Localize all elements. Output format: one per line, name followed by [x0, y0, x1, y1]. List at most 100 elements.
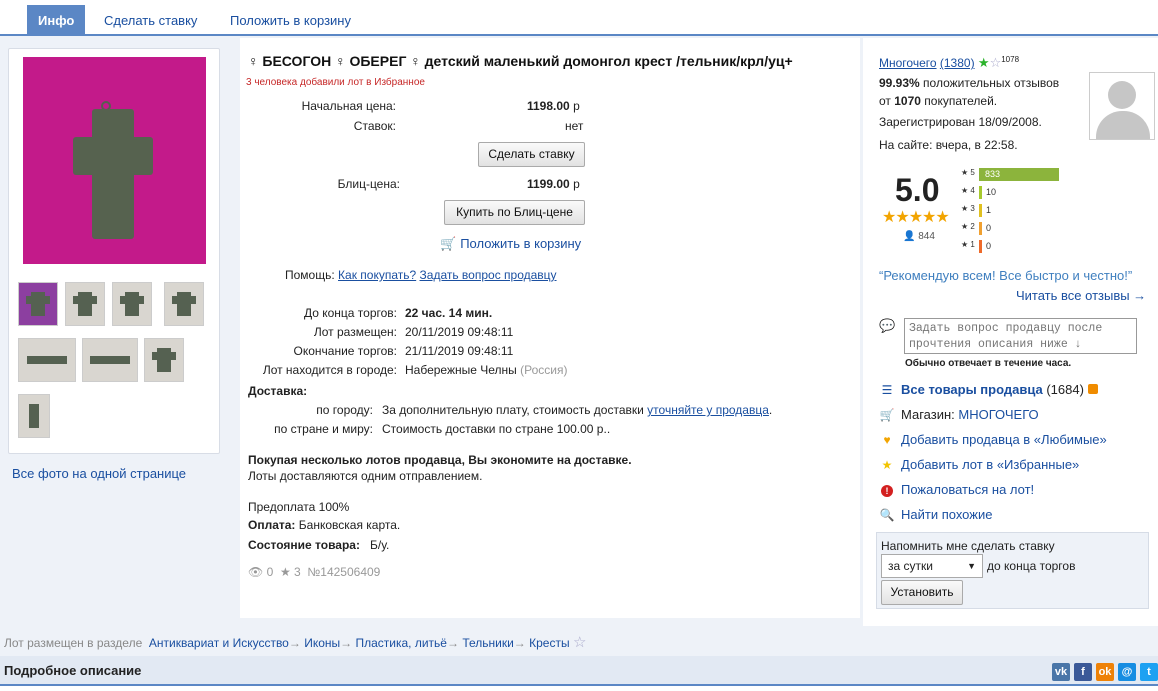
- all-goods-row[interactable]: ☰ Все товары продавца (1684): [879, 382, 1098, 397]
- ask-seller-link[interactable]: Задать вопрос продавцу: [420, 268, 557, 282]
- favorites-note: 3 человека добавили лот в Избранное: [246, 77, 425, 88]
- positive-row: 99.93% положительных отзывов: [879, 76, 1060, 90]
- city-label: Лот находится в городе:: [262, 363, 397, 377]
- rating-bar-count-3: 1: [986, 205, 992, 215]
- description-bar: Подробное описание: [0, 656, 1158, 686]
- thumbnail-7[interactable]: [144, 338, 184, 382]
- thumbnail-5[interactable]: [18, 338, 76, 382]
- search-icon: 🔍: [879, 508, 895, 522]
- help-row: Помощь: Как покупать? Задать вопрос прод…: [285, 268, 557, 282]
- rating-bar-count-5: 833: [985, 169, 1001, 179]
- shop-row[interactable]: 🛒 Магазин: МНОГОЧЕГО: [879, 407, 1039, 422]
- rating-bar-4: [979, 186, 982, 199]
- remind-box: Напомнить мне сделать ставку за сутки ▼ д…: [876, 532, 1149, 609]
- star-icon: ★: [279, 565, 291, 579]
- bids-value: нет: [565, 119, 584, 133]
- person-icon: 👤: [903, 231, 916, 242]
- lot-title: ♀ БЕСОГОН ♀ ОБЕРЕГ ♀ детский маленький д…: [248, 53, 793, 69]
- rating-bar-label-2: ★ 2: [961, 222, 975, 231]
- thumbnail-3[interactable]: [112, 282, 152, 326]
- dropdown-arrow-icon: ▼: [967, 561, 976, 571]
- green-star-icon: ★: [977, 55, 990, 70]
- twitter-icon[interactable]: t: [1140, 663, 1158, 681]
- star-fav-icon: ★: [881, 458, 893, 472]
- eye-icon: 👁: [248, 565, 264, 579]
- rating-bar-count-4: 10: [986, 187, 997, 197]
- cross-horizontal: [73, 137, 153, 175]
- category-fav-star-icon[interactable]: ☆: [573, 634, 586, 651]
- blitz-price-label: Блиц-цена:: [337, 177, 400, 191]
- tab-info[interactable]: Инфо: [27, 5, 86, 36]
- tab-bid[interactable]: Сделать ставку: [93, 5, 208, 36]
- clarify-seller-link[interactable]: уточняйте у продавца: [647, 403, 769, 417]
- rating-stars-icon: ★★★★★: [882, 209, 950, 226]
- seller-quote: “Рекомендую всем! Все быстро и честно!”: [879, 268, 1133, 283]
- placed-value: 20/11/2019 09:48:11: [405, 325, 514, 339]
- add-to-cart-link[interactable]: 🛒 Положить в корзину: [440, 236, 581, 252]
- category-link-1[interactable]: Антиквариат и Искусство: [149, 636, 289, 650]
- reply-note: Обычно отвечает в течение часа.: [905, 358, 1072, 369]
- bid-button[interactable]: Сделать ставку: [478, 142, 585, 167]
- seller-name-link[interactable]: Многочего: [879, 56, 937, 70]
- shop-cart-icon: 🛒: [879, 408, 895, 422]
- odnoklassniki-icon[interactable]: ok: [1096, 663, 1114, 681]
- remind-select[interactable]: за сутки ▼: [881, 554, 983, 578]
- rating-bar-label-1: ★ 1: [961, 240, 975, 249]
- all-photos-link[interactable]: Все фото на одной странице: [12, 466, 186, 481]
- thumbnail-6[interactable]: [82, 338, 138, 382]
- find-similar-row[interactable]: 🔍 Найти похожие: [879, 507, 993, 522]
- thumbnail-1[interactable]: [18, 282, 58, 326]
- save-note-bold: Покупая несколько лотов продавца, Вы эко…: [248, 453, 632, 467]
- description-title: Подробное описание: [4, 663, 142, 678]
- how-to-buy-link[interactable]: Как покупать?: [338, 268, 416, 282]
- lot-stats: 👁 0 ★ 3 №142506409: [248, 565, 381, 579]
- rating-bar-label-4: ★ 4: [961, 186, 975, 195]
- rating-bar-count-2: 0: [986, 223, 992, 233]
- delivery-city-label: по городу:: [316, 403, 373, 417]
- avatar[interactable]: [1089, 72, 1155, 140]
- remind-suffix: до конца торгов: [987, 559, 1076, 573]
- category-breadcrumb: Лот размещен в разделе Антиквариат и Иск…: [4, 634, 587, 651]
- save-note-text: Лоты доставляются одним отправлением.: [248, 469, 483, 483]
- seller-name-row: Многочего (1380) ★☆1078: [879, 55, 1020, 70]
- category-link-5[interactable]: Кресты: [529, 636, 569, 650]
- rating-bar-label-3: ★ 3: [961, 204, 975, 213]
- ask-seller-textarea[interactable]: [904, 318, 1137, 354]
- add-fav-seller-row[interactable]: ♥ Добавить продавца в «Любимые»: [879, 432, 1106, 447]
- thumbnail-4[interactable]: [164, 282, 204, 326]
- blitz-buy-button[interactable]: Купить по Блиц-цене: [444, 200, 585, 225]
- rating-bar-2: [979, 222, 982, 235]
- start-price-label: Начальная цена:: [301, 99, 396, 113]
- end-label: Окончание торгов:: [293, 344, 398, 358]
- delivery-world-text: Стоимость доставки по стране 100.00 р..: [382, 422, 611, 436]
- complain-row[interactable]: ! Пожаловаться на лот!: [879, 482, 1034, 497]
- main-photo[interactable]: [23, 57, 206, 264]
- list-icon: ☰: [881, 383, 893, 397]
- rating-score: 5.0: [895, 172, 940, 208]
- ends-in-value: 22 час. 14 мин.: [405, 306, 493, 320]
- facebook-icon[interactable]: f: [1074, 663, 1092, 681]
- online-row: На сайте: вчера, в 22:58.: [879, 138, 1018, 152]
- ends-in-label: До конца торгов:: [303, 306, 397, 320]
- rating-bar-1: [979, 240, 982, 253]
- heart-icon: ♥: [883, 433, 891, 447]
- category-link-3[interactable]: Пластика, литьё: [355, 636, 446, 650]
- delivery-city-text: За дополнительную плату, стоимость доста…: [382, 403, 773, 417]
- delivery-title: Доставка:: [248, 384, 308, 398]
- category-link-2[interactable]: Иконы: [304, 636, 340, 650]
- thumbnail-8[interactable]: [18, 394, 50, 438]
- thumbnail-2[interactable]: [65, 282, 105, 326]
- tab-cart[interactable]: Положить в корзину: [219, 5, 362, 36]
- category-link-4[interactable]: Тельники: [462, 636, 513, 650]
- registered-row: Зарегистрирован 18/09/2008.: [879, 115, 1042, 129]
- seller-feedback-count[interactable]: (1380): [940, 56, 975, 70]
- remind-set-button[interactable]: Установить: [881, 580, 963, 605]
- read-all-reviews-link[interactable]: Читать все отзывы →: [1016, 288, 1146, 303]
- vk-icon[interactable]: vk: [1052, 663, 1070, 681]
- rating-bar-3: [979, 204, 982, 217]
- bids-label: Ставок:: [353, 119, 396, 133]
- mailru-icon[interactable]: @: [1118, 663, 1136, 681]
- add-fav-lot-row[interactable]: ★ Добавить лот в «Избранные»: [879, 457, 1080, 472]
- buyers-row: от 1070 покупателей.: [879, 94, 998, 108]
- tab-bar: Инфо Сделать ставку Положить в корзину: [0, 0, 1158, 36]
